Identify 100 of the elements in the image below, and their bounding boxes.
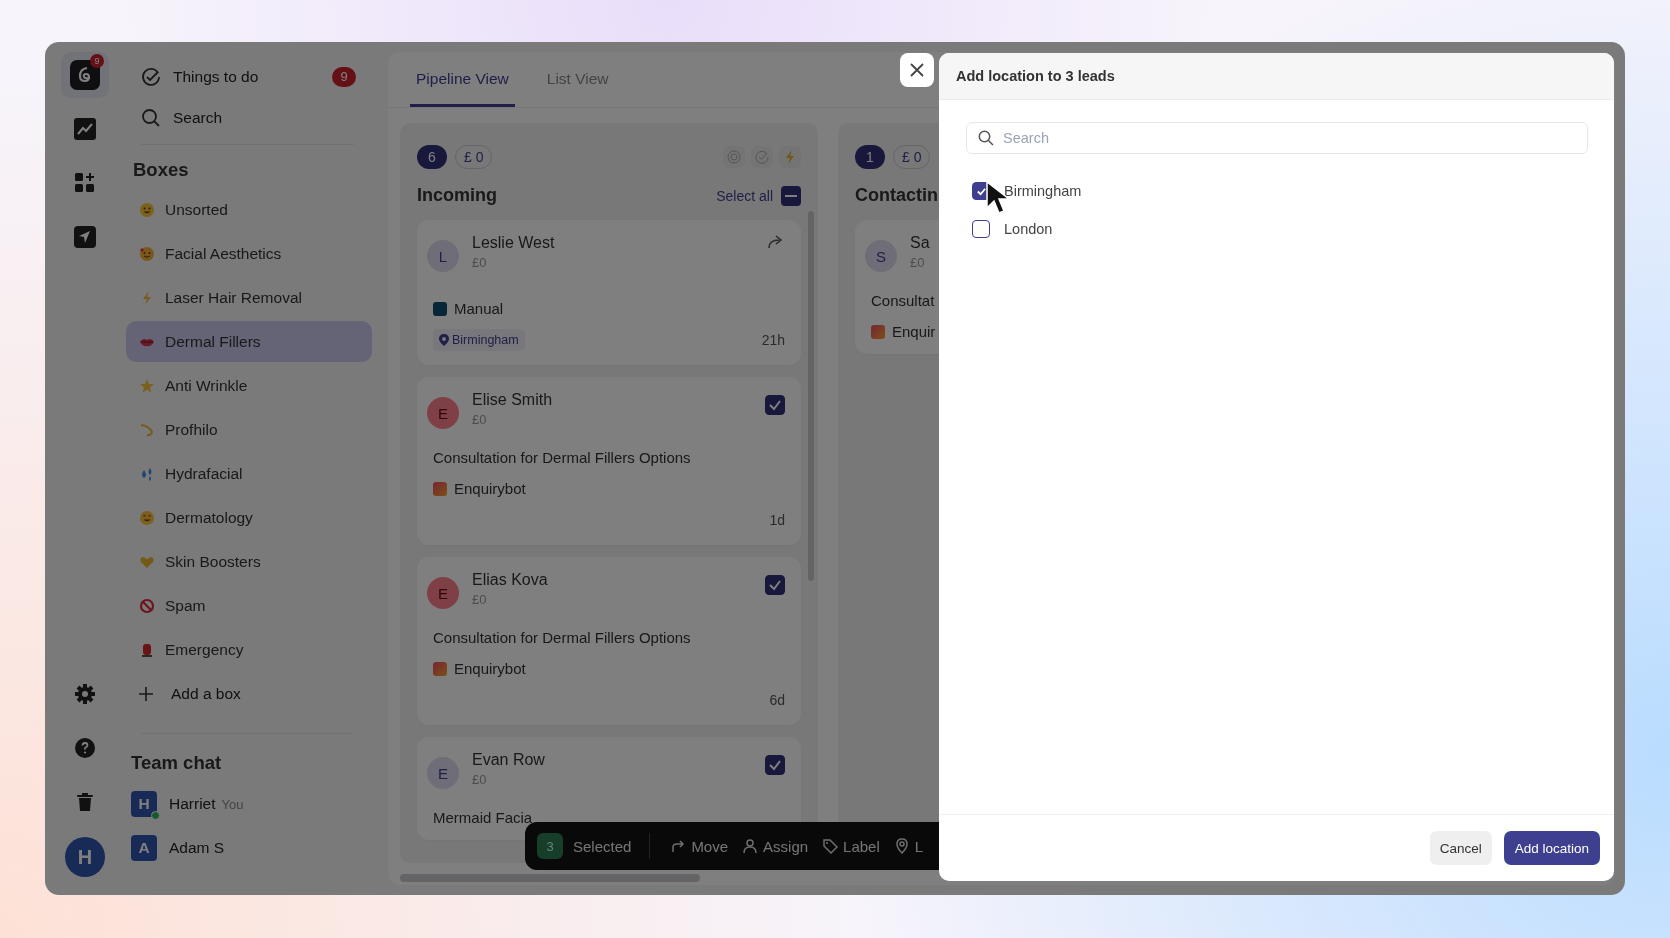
tag-icon: [822, 838, 839, 854]
avatar: S: [865, 240, 897, 272]
box-item[interactable]: Dermal Fillers: [126, 321, 372, 362]
lead-time: 6d: [769, 692, 785, 708]
bulk-action-button[interactable]: Move: [670, 837, 729, 855]
nav-label: Things to do: [173, 67, 259, 86]
bot-icon: [871, 324, 885, 339]
option-label[interactable]: Birmingham: [1004, 183, 1082, 199]
box-item[interactable]: Facial Aesthetics: [126, 233, 372, 274]
checkbox[interactable]: [972, 220, 990, 238]
lead-source: Manual: [454, 300, 504, 317]
bulk-action-button[interactable]: L: [893, 837, 924, 855]
lead-subject: Consultation for Dermal Fillers Options: [433, 629, 692, 646]
avatar: E: [427, 757, 459, 789]
member-avatar[interactable]: A: [131, 835, 157, 861]
lead-time: 21h: [761, 332, 785, 348]
search-field[interactable]: Search: [966, 122, 1588, 154]
share-icon[interactable]: [767, 234, 785, 250]
count-badge: 9: [332, 66, 356, 87]
add-location-button[interactable]: Add location: [1503, 831, 1600, 865]
view-tab[interactable]: Pipeline View: [410, 52, 515, 107]
select-all-link[interactable]: Select all: [716, 187, 781, 204]
column-title: Contactin: [855, 185, 938, 206]
bulk-action-button[interactable]: Label: [822, 837, 880, 855]
person-icon: [742, 838, 759, 854]
dialog-title: Add location to 3 leads: [939, 53, 1614, 100]
count-pill: 1: [855, 145, 885, 169]
box-item[interactable]: Spam: [126, 585, 372, 626]
send-icon[interactable]: [73, 225, 97, 249]
section-heading: Team chat: [130, 752, 223, 774]
plus-icon: [139, 686, 153, 701]
star-icon: [139, 377, 155, 394]
smiley-icon: [139, 509, 155, 526]
section-heading: Boxes: [132, 159, 190, 181]
location-tag: Birmingham: [433, 329, 525, 351]
nav-label: Search: [173, 108, 223, 127]
pin-icon: [893, 838, 910, 854]
box-item[interactable]: Hydrafacial: [126, 453, 372, 494]
chart-icon[interactable]: [73, 117, 97, 141]
check-circle-icon: [141, 66, 161, 87]
lead-subject: Consultation for Dermal Fillers Options: [433, 449, 692, 466]
smiley-icon: [139, 201, 155, 218]
avatar: E: [427, 577, 459, 609]
check-icon: [768, 398, 782, 412]
lead-name: Elise Smith: [472, 391, 553, 409]
siren-icon: [139, 641, 155, 658]
lead-subject: Consultat: [871, 292, 936, 309]
smiley-icon: [139, 245, 155, 262]
search-icon: [141, 107, 161, 128]
check-icon: [975, 185, 987, 197]
minus-icon[interactable]: [781, 185, 801, 206]
forward-arrow-icon: [670, 838, 687, 854]
bot-icon: [433, 481, 447, 496]
lead-subject: Mermaid Facia: [433, 809, 534, 826]
grid-plus-icon[interactable]: [73, 171, 97, 195]
member-avatar[interactable]: H: [131, 791, 157, 817]
app-logo[interactable]: [70, 60, 100, 90]
count-pill: 6: [417, 145, 447, 169]
add-box-item[interactable]: Add a box: [126, 673, 372, 714]
things-to-do-item[interactable]: Things to do 9: [126, 56, 372, 97]
box-item[interactable]: Dermatology: [126, 497, 372, 538]
bot-icon: [433, 661, 447, 676]
pin-icon: [439, 334, 449, 346]
settings-icon[interactable]: [73, 682, 97, 706]
lead-name: Elias Kova: [472, 571, 548, 589]
lead-name: Evan Row: [472, 751, 545, 769]
lead-source: Enquir: [892, 323, 936, 340]
cancel-button[interactable]: Cancel: [1429, 831, 1492, 865]
member-name[interactable]: Adam S: [169, 839, 225, 857]
form-icon: [433, 301, 447, 316]
search-icon: [978, 130, 994, 146]
lead-name: Sa: [910, 234, 930, 252]
view-tab[interactable]: List View: [540, 52, 615, 107]
help-icon[interactable]: [73, 736, 97, 760]
search-item[interactable]: Search: [126, 97, 372, 138]
option-label[interactable]: London: [1004, 221, 1053, 237]
box-item[interactable]: Emergency: [126, 629, 372, 670]
scrollbar[interactable]: [400, 874, 700, 882]
close-icon: [910, 63, 924, 77]
checkbox[interactable]: [765, 395, 785, 415]
user-avatar[interactable]: H: [65, 837, 105, 877]
member-name[interactable]: Harriet: [169, 795, 216, 813]
close-button[interactable]: [900, 53, 934, 87]
notification-badge: 9: [90, 54, 104, 68]
avatar: L: [427, 240, 459, 272]
bulk-action-button[interactable]: Assign: [742, 837, 809, 855]
lead-source: Enquirybot: [454, 660, 526, 677]
checkbox[interactable]: [765, 575, 785, 595]
box-item[interactable]: Profhilo: [126, 409, 372, 450]
box-item[interactable]: Anti Wrinkle: [126, 365, 372, 406]
check-icon: [768, 758, 782, 772]
lead-source: Enquirybot: [454, 480, 526, 497]
box-item[interactable]: Skin Boosters: [126, 541, 372, 582]
selected-count: 3: [537, 833, 563, 859]
checkbox[interactable]: [765, 755, 785, 775]
box-item[interactable]: Unsorted: [126, 189, 372, 230]
box-item[interactable]: Laser Hair Removal: [126, 277, 372, 318]
lead-name: Leslie West: [472, 234, 555, 252]
selected-label: Selected: [573, 837, 632, 855]
swirl-icon: [139, 421, 155, 438]
